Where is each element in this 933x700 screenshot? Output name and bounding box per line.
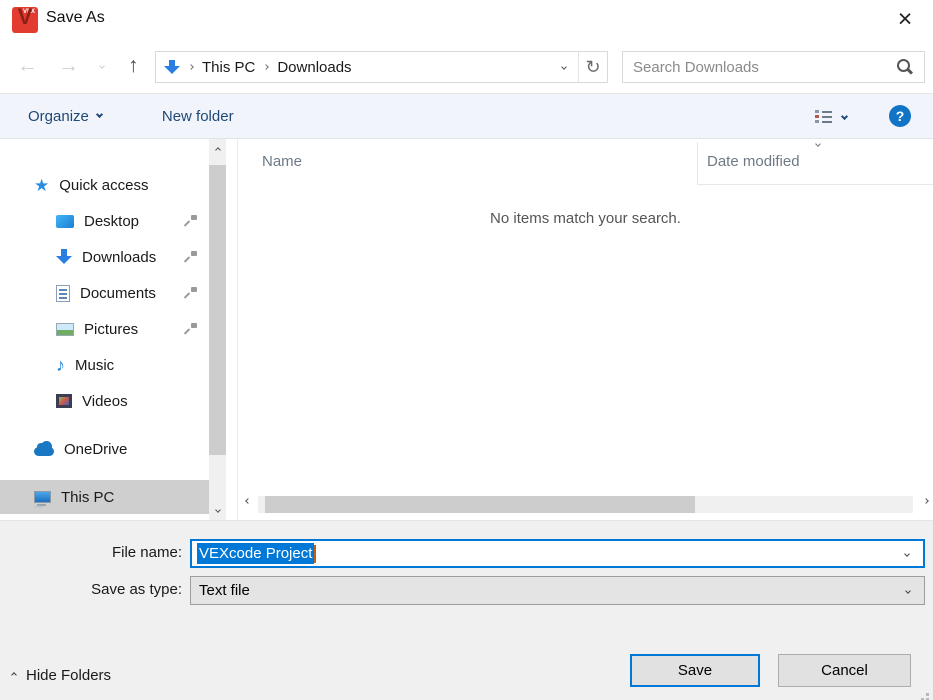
- text-caret: [314, 545, 316, 563]
- save-as-type-value: Text file: [199, 582, 250, 599]
- sidebar-item-videos[interactable]: Videos: [0, 384, 209, 418]
- details-view-icon: [815, 109, 832, 123]
- breadcrumb-downloads[interactable]: Downloads: [277, 59, 351, 76]
- cancel-button[interactable]: Cancel: [778, 654, 911, 687]
- sidebar-item-label: Documents: [80, 285, 156, 302]
- chevron-down-icon: [96, 111, 103, 118]
- history-dropdown-icon[interactable]: [99, 63, 105, 69]
- dialog-content: ★ Quick access Desktop Downloads Documen…: [0, 139, 933, 520]
- column-header-name[interactable]: Name: [262, 153, 302, 170]
- sidebar-item-label: Desktop: [84, 213, 139, 230]
- videos-icon: [56, 394, 72, 408]
- scrollbar-thumb[interactable]: [209, 165, 226, 455]
- save-as-dialog: VEX V Save As × ← → ↑ This PC Downloads …: [0, 0, 933, 700]
- help-button[interactable]: ?: [889, 105, 911, 127]
- navigation-pane: ★ Quick access Desktop Downloads Documen…: [0, 139, 209, 520]
- navigation-bar: ← → ↑ This PC Downloads ↻: [0, 40, 933, 93]
- scrollbar-thumb[interactable]: [265, 496, 695, 513]
- column-header-row: Name Date modified: [238, 139, 933, 185]
- vexcode-app-icon: VEX V: [12, 7, 38, 33]
- close-icon[interactable]: ×: [885, 0, 925, 38]
- quick-access-icon: ★: [34, 177, 49, 194]
- pin-icon: [184, 287, 197, 300]
- scroll-up-icon[interactable]: [209, 141, 226, 158]
- scroll-right-icon[interactable]: [923, 498, 929, 504]
- hide-folders-button[interactable]: Hide Folders: [12, 663, 111, 687]
- refresh-icon[interactable]: ↻: [579, 57, 607, 78]
- new-folder-button[interactable]: New folder: [162, 108, 234, 125]
- sorted-column-underline: [697, 184, 933, 185]
- save-button[interactable]: Save: [630, 654, 760, 687]
- desktop-icon: [56, 215, 74, 228]
- chevron-down-icon[interactable]: [904, 551, 910, 557]
- pin-icon: [184, 215, 197, 228]
- sidebar-item-label: Pictures: [84, 321, 138, 338]
- sort-direction-icon[interactable]: [815, 141, 821, 147]
- chevron-up-icon: [11, 672, 17, 678]
- save-as-type-label: Save as type:: [0, 581, 182, 598]
- file-name-combobox[interactable]: VEXcode Project: [190, 539, 925, 568]
- organize-button[interactable]: Organize: [28, 108, 102, 125]
- sidebar-item-label: OneDrive: [64, 441, 127, 458]
- sidebar-item-downloads[interactable]: Downloads: [0, 240, 209, 274]
- sidebar-item-desktop[interactable]: Desktop: [0, 204, 209, 238]
- sidebar-item-documents[interactable]: Documents: [0, 276, 209, 310]
- up-icon[interactable]: ↑: [128, 53, 139, 79]
- forward-icon[interactable]: →: [58, 53, 79, 79]
- onedrive-icon: [34, 447, 54, 456]
- address-bar[interactable]: This PC Downloads ↻: [155, 51, 608, 83]
- sidebar-item-label: Downloads: [82, 249, 156, 266]
- chevron-down-icon[interactable]: [905, 588, 911, 594]
- sidebar-scrollbar[interactable]: [209, 139, 226, 520]
- address-dropdown-icon[interactable]: [561, 64, 567, 70]
- title-bar: VEX V Save As ×: [0, 0, 933, 40]
- search-box: [622, 51, 925, 83]
- new-folder-label: New folder: [162, 108, 234, 125]
- search-icon[interactable]: [896, 58, 914, 76]
- chevron-down-icon: [841, 112, 848, 119]
- change-view-button[interactable]: [815, 109, 847, 123]
- column-divider[interactable]: [697, 142, 698, 184]
- file-name-label: File name:: [0, 544, 182, 561]
- hide-folders-label: Hide Folders: [26, 667, 111, 684]
- downloads-icon: [56, 249, 72, 265]
- vex-logo-v: V: [12, 7, 38, 30]
- sidebar-item-label: Quick access: [59, 177, 148, 194]
- downloads-folder-icon: [164, 59, 180, 75]
- scroll-down-icon[interactable]: [209, 501, 226, 518]
- breadcrumb-this-pc[interactable]: This PC: [202, 59, 255, 76]
- music-icon: ♪: [56, 356, 65, 374]
- breadcrumb-separator-icon: [264, 64, 270, 70]
- sidebar-item-pictures[interactable]: Pictures: [0, 312, 209, 346]
- sidebar-item-label: Videos: [82, 393, 128, 410]
- pictures-icon: [56, 323, 74, 336]
- file-name-input[interactable]: VEXcode Project: [197, 543, 314, 564]
- sidebar-item-label: This PC: [61, 489, 114, 506]
- command-toolbar: Organize New folder ?: [0, 93, 933, 139]
- file-list-area: Name Date modified No items match your s…: [238, 139, 933, 520]
- this-pc-icon: [34, 491, 51, 503]
- sidebar-item-onedrive[interactable]: OneDrive: [0, 432, 209, 466]
- sidebar-item-music[interactable]: ♪ Music: [0, 348, 209, 382]
- empty-folder-message: No items match your search.: [238, 210, 933, 227]
- search-input[interactable]: [623, 59, 896, 76]
- organize-label: Organize: [28, 108, 89, 125]
- back-icon[interactable]: ←: [17, 53, 38, 79]
- resize-grip[interactable]: [926, 693, 929, 696]
- pin-icon: [184, 323, 197, 336]
- sidebar-item-this-pc[interactable]: This PC: [0, 480, 209, 514]
- save-panel: File name: VEXcode Project Save as type:…: [0, 520, 933, 700]
- breadcrumb-separator-icon: [188, 64, 194, 70]
- save-as-type-dropdown[interactable]: Text file: [190, 576, 925, 605]
- sidebar-item-quick-access[interactable]: ★ Quick access: [0, 168, 209, 202]
- sidebar-item-label: Music: [75, 357, 114, 374]
- documents-icon: [56, 285, 70, 302]
- pin-icon: [184, 251, 197, 264]
- scroll-left-icon[interactable]: [245, 498, 251, 504]
- window-title: Save As: [46, 9, 105, 27]
- column-header-date-modified[interactable]: Date modified: [707, 153, 800, 170]
- horizontal-scrollbar[interactable]: [238, 493, 933, 517]
